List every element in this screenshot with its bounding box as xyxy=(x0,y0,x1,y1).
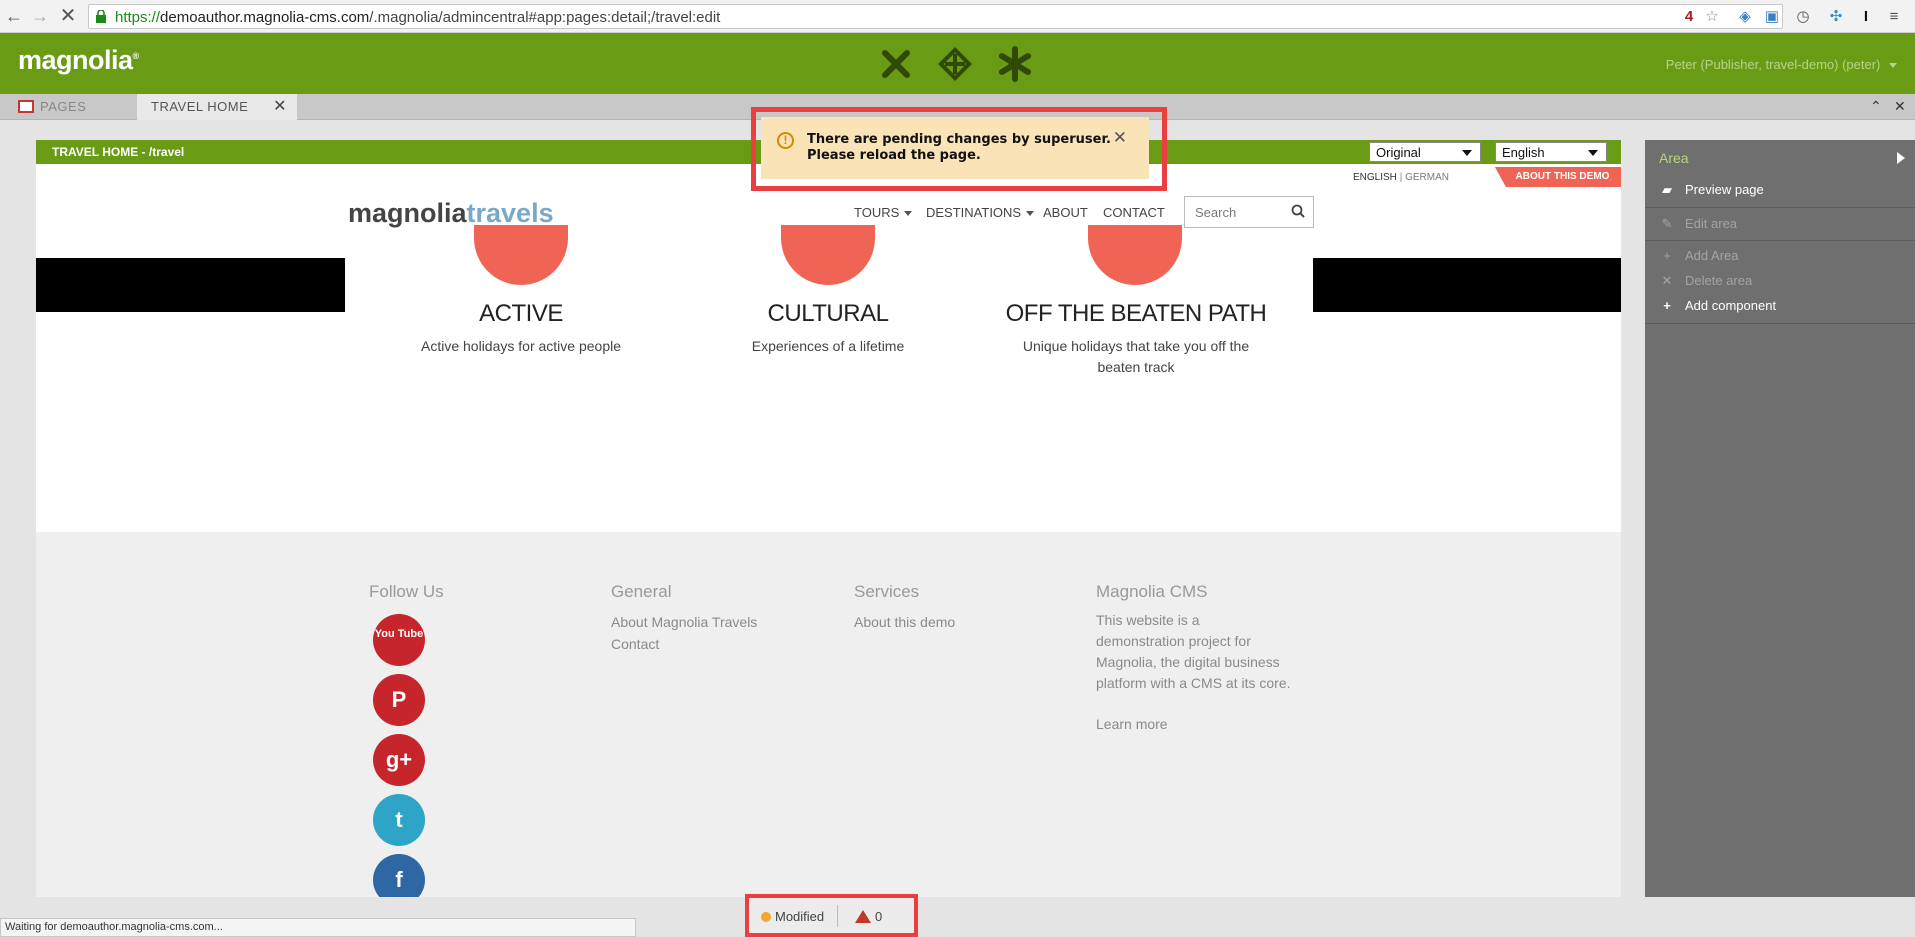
forward-icon[interactable]: → xyxy=(30,6,50,26)
feature-icon-offbeat xyxy=(1088,225,1182,285)
google-plus-icon[interactable]: g+ xyxy=(373,734,425,786)
ghostery-icon[interactable]: ◈ xyxy=(1735,7,1755,27)
close-app-icon[interactable]: ✕ xyxy=(1894,98,1906,115)
footer-general: General About Magnolia Travels Contact xyxy=(611,582,757,655)
search-icon[interactable] xyxy=(1291,204,1305,218)
site-search-input[interactable]: Search xyxy=(1184,196,1314,228)
reader-extension-icon[interactable]: I xyxy=(1856,7,1876,27)
warning-triangle-icon xyxy=(855,910,871,923)
feature-icon-cultural xyxy=(781,225,875,285)
youtube-icon[interactable]: You Tube xyxy=(373,614,425,666)
feature-active[interactable]: ACTIVE Active holidays for active people xyxy=(391,300,651,357)
lang-english-link[interactable]: ENGLISH xyxy=(1353,172,1397,183)
page-status-bar: Modified 0 xyxy=(745,894,918,937)
action-add-component[interactable]: + Add component xyxy=(1659,298,1776,313)
about-demo-button[interactable]: ABOUT THIS DEMO xyxy=(1494,167,1621,187)
browser-toolbar: ← → ✕ https://demoauthor.magnolia-cms.co… xyxy=(0,0,1915,33)
feature-cultural[interactable]: CULTURAL Experiences of a lifetime xyxy=(698,300,958,357)
feature-offbeat[interactable]: OFF THE BEATEN PATH Unique holidays that… xyxy=(1005,300,1267,378)
network-extension-icon[interactable]: ✣ xyxy=(1826,7,1846,27)
status-dot-icon xyxy=(761,912,771,922)
pinterest-icon[interactable]: P xyxy=(373,674,425,726)
pulse-icon[interactable] xyxy=(937,46,973,82)
page-path: TRAVEL HOME - /travel xyxy=(52,145,185,159)
app-launcher-icon[interactable] xyxy=(878,46,914,82)
language-switcher: ENGLISH | GERMAN xyxy=(1353,172,1449,183)
lock-icon xyxy=(96,10,106,23)
pencil-icon: ✎ xyxy=(1661,216,1673,231)
nav-destinations[interactable]: DESTINATIONS xyxy=(926,205,1035,220)
action-add-area[interactable]: + Add Area xyxy=(1659,248,1738,263)
preview-tag-icon: ▰ xyxy=(1662,182,1672,197)
pending-changes-notification: ! There are pending changes by superuser… xyxy=(761,117,1149,179)
footer-follow-us: Follow Us xyxy=(369,582,444,601)
action-preview-page[interactable]: ▰ Preview page xyxy=(1659,182,1764,198)
footer-link-contact[interactable]: Contact xyxy=(611,634,757,655)
browser-status-text: Waiting for demoauthor.magnolia-cms.com.… xyxy=(0,918,636,937)
app-header: magnolia® Peter (Publisher, travel-demo)… xyxy=(0,33,1915,94)
delete-x-icon: ✕ xyxy=(1661,273,1673,288)
language-select[interactable]: English xyxy=(1495,142,1607,162)
action-bar: Area ▰ Preview page ✎ Edit area + Add Area … xyxy=(1645,140,1915,897)
url-text: https://demoauthor.magnolia-cms.com/.mag… xyxy=(115,9,721,26)
action-delete-area[interactable]: ✕ Delete area xyxy=(1659,273,1753,289)
lang-german-link[interactable]: GERMAN xyxy=(1405,172,1449,183)
back-icon[interactable]: ← xyxy=(4,6,24,26)
footer-services: Services About this demo xyxy=(854,582,955,633)
page-editor-canvas: TRAVEL HOME - /travel Original English E… xyxy=(36,140,1621,897)
warning-icon: ! xyxy=(777,132,794,149)
close-icon[interactable]: ✕ xyxy=(1113,128,1127,148)
chevron-down-icon xyxy=(1889,63,1897,69)
stop-loading-icon[interactable]: ✕ xyxy=(58,6,78,26)
favorites-icon[interactable] xyxy=(997,46,1033,82)
user-menu[interactable]: Peter (Publisher, travel-demo) (peter) xyxy=(1666,57,1897,72)
nav-contact[interactable]: CONTACT xyxy=(1103,205,1165,220)
collapse-icon[interactable]: ⌃ xyxy=(1870,98,1882,115)
facebook-icon[interactable]: f xyxy=(373,854,425,897)
action-bar-title: Area xyxy=(1659,150,1689,166)
footer-learn-more-link[interactable]: Learn more xyxy=(1096,714,1291,735)
footer-link-about-travels[interactable]: About Magnolia Travels xyxy=(611,612,757,633)
feature-icon-active xyxy=(474,225,568,285)
pages-app-icon xyxy=(18,100,34,113)
window-extension-icon[interactable]: ▣ xyxy=(1762,7,1782,27)
footer-magnolia-cms: Magnolia CMS This website is a demonstra… xyxy=(1096,582,1291,735)
nav-about[interactable]: ABOUT xyxy=(1043,205,1088,220)
plus-icon: + xyxy=(1663,298,1671,313)
site-footer: Follow Us You Tube P g+ t f General Abou… xyxy=(36,532,1621,897)
modified-status: Modified xyxy=(761,909,824,924)
close-icon[interactable]: ✕ xyxy=(273,94,287,120)
tab-travel-home[interactable]: TRAVEL HOME ✕ xyxy=(137,94,297,120)
hero-image-left xyxy=(36,258,345,312)
magnolia-logo[interactable]: magnolia® xyxy=(18,45,139,76)
tab-pages[interactable]: PAGES xyxy=(0,94,135,120)
expand-panel-icon[interactable] xyxy=(1897,152,1905,164)
chevron-down-icon xyxy=(1026,211,1035,217)
address-bar[interactable]: https://demoauthor.magnolia-cms.com/.mag… xyxy=(88,4,1783,29)
hero-image-right xyxy=(1313,258,1621,312)
extension-badge-icon[interactable]: 4 xyxy=(1680,7,1698,27)
twitter-icon[interactable]: t xyxy=(373,794,425,846)
chevron-down-icon xyxy=(904,211,913,217)
menu-icon[interactable]: ≡ xyxy=(1884,7,1904,27)
action-edit-area[interactable]: ✎ Edit area xyxy=(1659,216,1738,232)
plus-icon: + xyxy=(1663,248,1671,263)
warnings-count[interactable]: 0 xyxy=(855,909,882,924)
bookmark-star-icon[interactable]: ☆ xyxy=(1702,7,1722,27)
nav-tours[interactable]: TOURS xyxy=(854,205,913,220)
footer-link-about-demo[interactable]: About this demo xyxy=(854,612,955,633)
version-select[interactable]: Original xyxy=(1369,142,1481,162)
clock-extension-icon[interactable]: ◷ xyxy=(1793,7,1813,27)
